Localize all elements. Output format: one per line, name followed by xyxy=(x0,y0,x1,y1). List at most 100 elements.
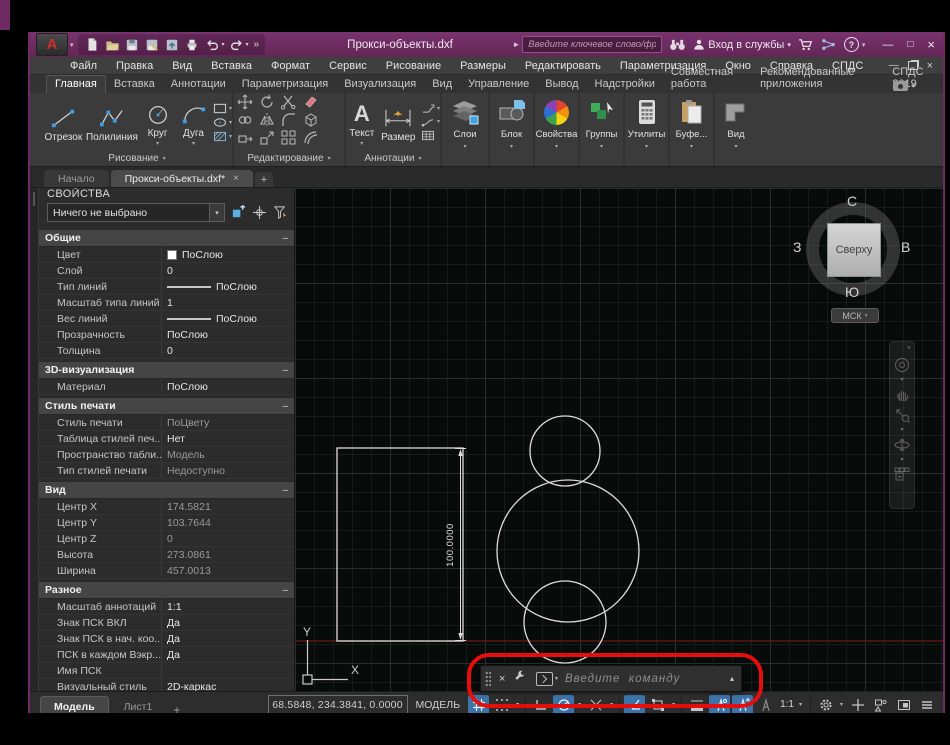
dimension-tool[interactable]: Размер xyxy=(378,102,419,143)
ellipse-tool[interactable]: ▾ xyxy=(213,117,232,128)
prop-value[interactable]: 0 xyxy=(161,531,294,546)
properties-button[interactable]: Свойства ▾ xyxy=(535,93,580,166)
leader-tool[interactable]: ▾ xyxy=(421,117,440,127)
file-tab-close-icon[interactable]: × xyxy=(233,173,239,184)
prop-value[interactable]: Да xyxy=(161,647,294,662)
prop-value[interactable]: 103.7644 xyxy=(161,515,294,530)
palette-grip[interactable] xyxy=(30,188,39,691)
command-bar-grip[interactable] xyxy=(485,671,491,687)
annotation-scale-value[interactable]: 1:1▾ xyxy=(778,699,806,710)
command-prompt-icon[interactable] xyxy=(536,672,553,686)
prop-value[interactable]: ПоСлою xyxy=(161,311,294,326)
prop-value[interactable]: 0 xyxy=(161,263,294,278)
ribbon-tab-4[interactable]: Визуализация xyxy=(336,76,424,93)
save-button[interactable] xyxy=(124,37,141,53)
ribbon-tab-8[interactable]: Надстройки xyxy=(587,76,663,93)
navbar-close-icon[interactable]: × xyxy=(907,346,911,351)
qat-more-button[interactable]: » xyxy=(254,39,260,50)
file-tab-current[interactable]: Прокси-объекты.dxf* × xyxy=(111,170,253,187)
ribbon-tab-6[interactable]: Управление xyxy=(460,76,537,93)
maximize-button[interactable]: □ xyxy=(907,39,913,50)
new-file-button[interactable] xyxy=(84,37,101,53)
prop-value[interactable]: Модель xyxy=(161,447,294,462)
block-button[interactable]: Блок ▾ xyxy=(490,93,535,166)
prop-value[interactable]: ПоЦвету xyxy=(161,415,294,430)
annotation-visibility-toggle[interactable] xyxy=(709,695,730,715)
prop-value[interactable] xyxy=(161,663,294,678)
snap-toggle[interactable] xyxy=(491,695,512,715)
app-menu-caret-icon[interactable]: ▾ xyxy=(70,41,74,49)
annotation-scale-button[interactable] xyxy=(755,695,776,715)
prop-value[interactable]: ПоСлою xyxy=(161,327,294,342)
ribbon-tab-7[interactable]: Вывод xyxy=(537,76,586,93)
select-objects-button[interactable] xyxy=(251,205,267,221)
keyword-search-input[interactable] xyxy=(522,36,662,53)
close-button[interactable]: × xyxy=(927,37,935,52)
viewcube-east[interactable]: В xyxy=(901,239,910,255)
array-tool[interactable] xyxy=(281,130,297,151)
prop-section-collapse-icon[interactable]: – xyxy=(282,233,288,244)
prop-value[interactable]: Нет xyxy=(161,431,294,446)
offset-tool[interactable] xyxy=(303,130,319,151)
prop-value[interactable]: 174.5821 xyxy=(161,499,294,514)
arc-tool[interactable]: Дуга ▾ xyxy=(176,98,211,147)
prop-value[interactable]: Да xyxy=(161,615,294,630)
multileader-tool[interactable]: ▾ xyxy=(421,104,440,114)
prop-section-header-0[interactable]: Общие– xyxy=(39,229,294,247)
file-tab-start[interactable]: Начало xyxy=(44,170,109,187)
command-bar-close-icon[interactable]: × xyxy=(499,673,505,685)
object-snap-toggle[interactable] xyxy=(624,695,645,715)
plot-button[interactable] xyxy=(184,37,201,53)
stretch-tool[interactable] xyxy=(237,130,253,151)
file-tab-add-button[interactable]: + xyxy=(255,172,273,187)
save-web-button[interactable] xyxy=(164,37,181,53)
undo-button[interactable] xyxy=(204,37,221,53)
ortho-toggle[interactable] xyxy=(530,695,551,715)
app-logo-button[interactable]: A xyxy=(36,33,68,56)
table-tool[interactable] xyxy=(421,130,440,141)
prop-section-collapse-icon[interactable]: – xyxy=(282,485,288,496)
osnap-tracking-caret-icon[interactable]: ▾ xyxy=(608,701,615,708)
navbar-caret2-icon[interactable]: ▾ xyxy=(900,429,903,431)
isolate-objects-button[interactable] xyxy=(870,695,891,715)
viewcube-south[interactable]: Ю xyxy=(845,284,859,300)
prop-value[interactable]: Недоступно xyxy=(161,463,294,478)
showmotion-icon[interactable] xyxy=(894,467,910,481)
prop-section-header-1[interactable]: 3D-визуализация– xyxy=(39,361,294,379)
annotate-panel-label[interactable]: Аннотации▾ xyxy=(346,151,440,166)
lineweight-toggle[interactable] xyxy=(686,695,707,715)
osnap-settings-caret-icon[interactable]: ▾ xyxy=(670,701,677,708)
customization-menu-button[interactable] xyxy=(916,695,937,715)
circle-top-entity[interactable] xyxy=(530,416,600,486)
customization-gear-button[interactable] xyxy=(815,695,836,715)
save-as-button[interactable] xyxy=(144,37,161,53)
redo-caret-icon[interactable]: ▾ xyxy=(246,41,249,48)
snap-caret-icon[interactable]: ▾ xyxy=(514,701,521,708)
line-tool[interactable]: Отрезок xyxy=(42,102,85,143)
space-label[interactable]: МОДЕЛЬ xyxy=(416,699,461,711)
open-file-button[interactable] xyxy=(104,37,121,53)
command-history-up-icon[interactable]: ▴ xyxy=(730,674,734,683)
edit-panel-label[interactable]: Редактирование▾ xyxy=(234,151,344,166)
search-toggle-icon[interactable]: ► xyxy=(512,40,520,49)
grid-toggle[interactable] xyxy=(468,695,489,715)
prop-value[interactable]: 273.0861 xyxy=(161,547,294,562)
osnap-settings-toggle[interactable] xyxy=(647,695,668,715)
command-input[interactable] xyxy=(563,672,723,686)
polyline-tool[interactable]: Полилиния xyxy=(85,102,139,143)
draw-panel-label[interactable]: Рисование▾ xyxy=(42,151,232,166)
groups-button[interactable]: Группы ▾ xyxy=(580,93,625,166)
viewcube-west[interactable]: З xyxy=(793,239,801,255)
gear-caret-icon[interactable]: ▾ xyxy=(838,701,845,708)
prop-value[interactable]: 1 xyxy=(161,295,294,310)
layers-button[interactable]: Слои ▾ xyxy=(442,93,490,166)
drawing-canvas[interactable]: 100.0000 Y X С xyxy=(295,188,943,691)
ribbon-tab-0[interactable]: Главная xyxy=(46,75,106,93)
redo-button[interactable] xyxy=(228,37,245,53)
selection-combo-caret-icon[interactable]: ▾ xyxy=(209,204,224,221)
wcs-selector[interactable]: МСК ▾ xyxy=(831,308,879,323)
scale-tool[interactable] xyxy=(259,130,275,151)
viewcube-top-face[interactable]: Сверху xyxy=(827,223,881,277)
navbar-caret3-icon[interactable]: ▾ xyxy=(900,459,903,461)
undo-caret-icon[interactable]: ▾ xyxy=(222,41,225,48)
